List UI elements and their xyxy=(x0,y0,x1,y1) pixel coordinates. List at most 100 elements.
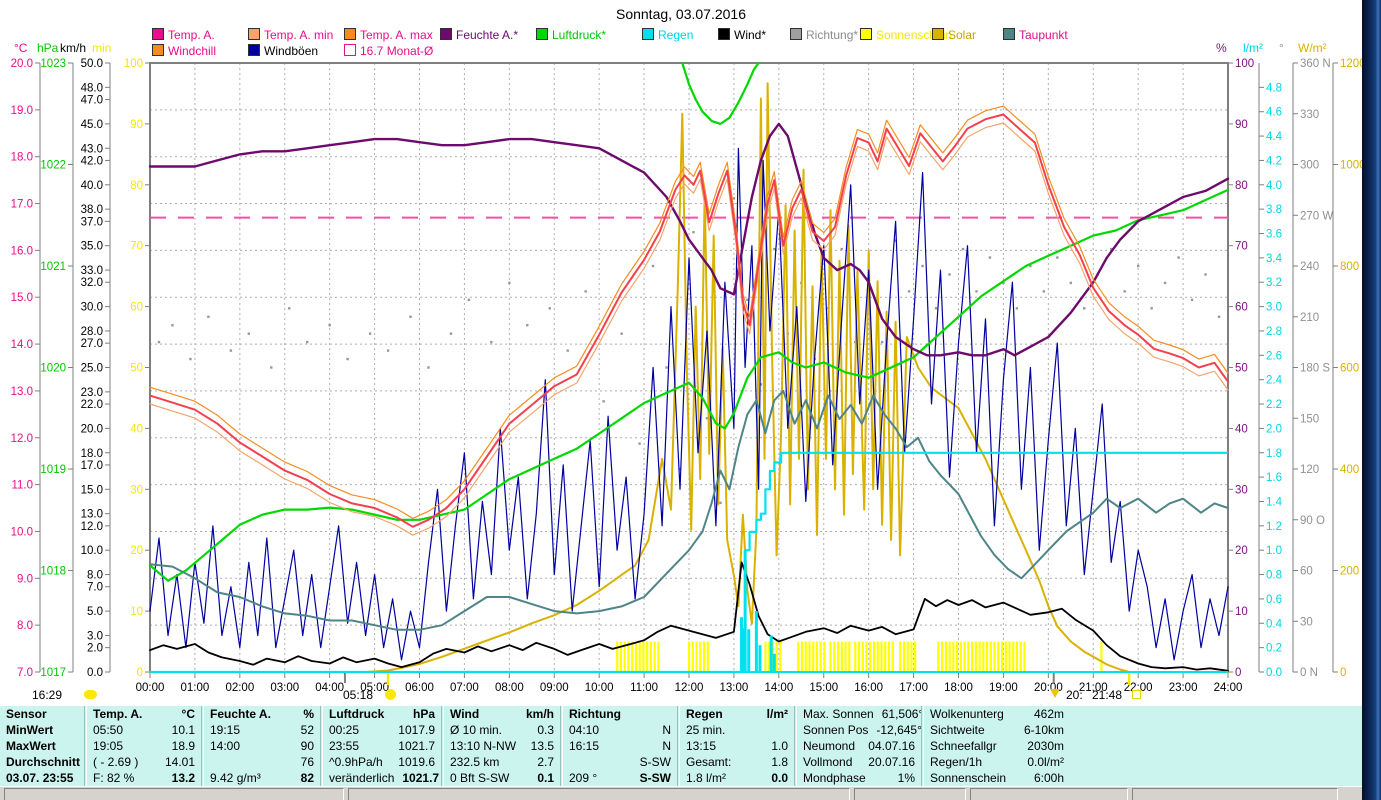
svg-text:12.0: 12.0 xyxy=(11,433,33,445)
svg-text:8.0: 8.0 xyxy=(17,620,33,632)
svg-text:10.0: 10.0 xyxy=(81,545,103,557)
stats-cell: 23:55 1021.7 xyxy=(329,739,435,753)
svg-text:23.0: 23.0 xyxy=(81,387,103,399)
svg-text:60: 60 xyxy=(1300,566,1313,578)
svg-text:60: 60 xyxy=(1235,302,1248,314)
svg-text:27.0: 27.0 xyxy=(81,338,103,350)
svg-text:4.4: 4.4 xyxy=(1266,131,1283,143)
svg-text:2.4: 2.4 xyxy=(1266,375,1283,387)
svg-text:2.2: 2.2 xyxy=(1266,399,1282,411)
stats-cell: 25 min. xyxy=(686,723,726,737)
svg-text:07:00: 07:00 xyxy=(450,682,479,694)
svg-text:18:00: 18:00 xyxy=(944,682,973,694)
svg-text:04:00: 04:00 xyxy=(315,682,344,694)
svg-text:15.0: 15.0 xyxy=(11,292,33,304)
stats-cell: S-SW xyxy=(639,755,671,769)
svg-text:120: 120 xyxy=(1300,464,1319,476)
stats-group-rain: Regen l/m² 25 min. 13:15 1.0 Gesamt: 1.8 1.8 l/… xyxy=(680,706,794,786)
svg-text:800: 800 xyxy=(1340,261,1359,273)
svg-text:4.8: 4.8 xyxy=(1266,82,1282,94)
stats-cell: 9.42 g/m³ 82 xyxy=(210,771,314,785)
svg-text:9.0: 9.0 xyxy=(17,573,33,585)
svg-text:360 N: 360 N xyxy=(1300,58,1331,70)
svg-text:24:00: 24:00 xyxy=(1214,682,1243,694)
svg-text:10: 10 xyxy=(130,606,143,618)
stats-group-extra: Wolkenunterg 462m Sichtweite 6-10km Schneefa… xyxy=(924,706,1070,786)
svg-text:45.0: 45.0 xyxy=(81,119,103,131)
stats-group-humidity: Feuchte A.% 19:15 52 14:00 90 76 9.42 g/m³ 82 xyxy=(204,706,320,786)
stats-cell: Max. Sonnen 61,506° xyxy=(803,707,921,721)
stats-cell: Neumond 04.07.16 xyxy=(803,739,915,753)
svg-text:03:00: 03:00 xyxy=(270,682,299,694)
svg-text:00:00: 00:00 xyxy=(136,682,165,694)
svg-text:600: 600 xyxy=(1340,363,1359,375)
svg-text:14.0: 14.0 xyxy=(11,339,33,351)
svg-text:300: 300 xyxy=(1300,160,1319,172)
svg-text:3.2: 3.2 xyxy=(1266,277,1282,289)
svg-text:30.0: 30.0 xyxy=(81,302,103,314)
stats-cell: 0 Bft S-SW 0.1 xyxy=(450,771,554,785)
svg-text:10:00: 10:00 xyxy=(585,682,614,694)
svg-text:240: 240 xyxy=(1300,261,1319,273)
svg-text:12.0: 12.0 xyxy=(81,521,103,533)
svg-text:3.0: 3.0 xyxy=(1266,302,1282,314)
stats-cell: 19:15 52 xyxy=(210,723,314,737)
svg-text:1019: 1019 xyxy=(40,464,66,476)
svg-text:50: 50 xyxy=(1235,363,1248,375)
sunrise-sun-icon xyxy=(385,689,396,700)
stats-cell: Ø 10 min. 0.3 xyxy=(450,723,554,737)
svg-text:38.0: 38.0 xyxy=(81,204,103,216)
stats-group-header: Regen l/m² xyxy=(686,707,788,721)
svg-text:20.0: 20.0 xyxy=(11,58,33,70)
svg-text:19:00: 19:00 xyxy=(989,682,1018,694)
stats-group-header: Luftdruck hPa xyxy=(329,707,435,721)
svg-text:330: 330 xyxy=(1300,109,1319,121)
svg-text:17:00: 17:00 xyxy=(899,682,928,694)
stats-group-astro: Max. Sonnen 61,506° Sonnen Pos -12,645° Neum… xyxy=(797,706,921,786)
svg-text:48.0: 48.0 xyxy=(81,82,103,94)
svg-text:20.0: 20.0 xyxy=(81,423,103,435)
stats-cell: Sonnen Pos -12,645° xyxy=(803,723,921,737)
stats-cell: 76 xyxy=(300,755,314,769)
stats-row-label: 03.07. 23:55 xyxy=(6,771,74,785)
svg-text:3.6: 3.6 xyxy=(1266,229,1282,241)
svg-text:60: 60 xyxy=(130,302,143,314)
stats-cell: 14:00 90 xyxy=(210,739,314,753)
stats-cell: ( - 2.69 ) 14.01 xyxy=(93,755,195,769)
svg-text:7.0: 7.0 xyxy=(17,667,33,679)
svg-text:0.6: 0.6 xyxy=(1266,594,1282,606)
svg-text:17.0: 17.0 xyxy=(11,199,33,211)
stats-cell: 04:10 N xyxy=(569,723,671,737)
svg-text:1.4: 1.4 xyxy=(1266,496,1283,508)
svg-text:30: 30 xyxy=(1235,484,1248,496)
svg-text:50.0: 50.0 xyxy=(81,58,103,70)
svg-text:16.0: 16.0 xyxy=(11,245,33,257)
svg-text:42.0: 42.0 xyxy=(81,155,103,167)
stats-row-label: MinWert xyxy=(6,723,54,737)
svg-text:20: 20 xyxy=(1235,545,1248,557)
svg-text:50: 50 xyxy=(130,363,143,375)
stats-cell: Mondphase 1% xyxy=(803,771,915,785)
svg-text:2.6: 2.6 xyxy=(1266,350,1282,362)
stats-cell: Sichtweite 6-10km xyxy=(930,723,1064,737)
svg-text:1.2: 1.2 xyxy=(1266,521,1282,533)
statusbar-segment xyxy=(1132,788,1338,800)
svg-text:4.2: 4.2 xyxy=(1266,155,1282,167)
weather-chart: 20.019.018.017.016.015.014.013.012.011.0… xyxy=(11,58,1362,694)
svg-text:2.8: 2.8 xyxy=(1266,326,1282,338)
svg-text:28.0: 28.0 xyxy=(81,326,103,338)
stats-group-pressure: Luftdruck hPa 00:25 1017.9 23:55 1021.7 ^0.9hP… xyxy=(323,706,441,786)
statusbar-segment xyxy=(4,788,344,800)
sunset-square-icon xyxy=(1132,690,1141,699)
svg-text:11:00: 11:00 xyxy=(630,682,658,694)
svg-text:0: 0 xyxy=(1235,667,1241,679)
svg-text:35.0: 35.0 xyxy=(81,241,103,253)
svg-text:02:00: 02:00 xyxy=(225,682,254,694)
stats-cell: 05:50 10.1 xyxy=(93,723,195,737)
svg-text:19.0: 19.0 xyxy=(11,105,33,117)
stats-cell: 1.8 l/m² 0.0 xyxy=(686,771,788,785)
svg-text:30: 30 xyxy=(130,484,143,496)
svg-text:37.0: 37.0 xyxy=(81,216,103,228)
series-sunshine xyxy=(616,641,1103,672)
stats-group-temp: Temp. A. °C 05:50 10.1 19:05 18.9 ( - 2.69 ) 14… xyxy=(87,706,201,786)
